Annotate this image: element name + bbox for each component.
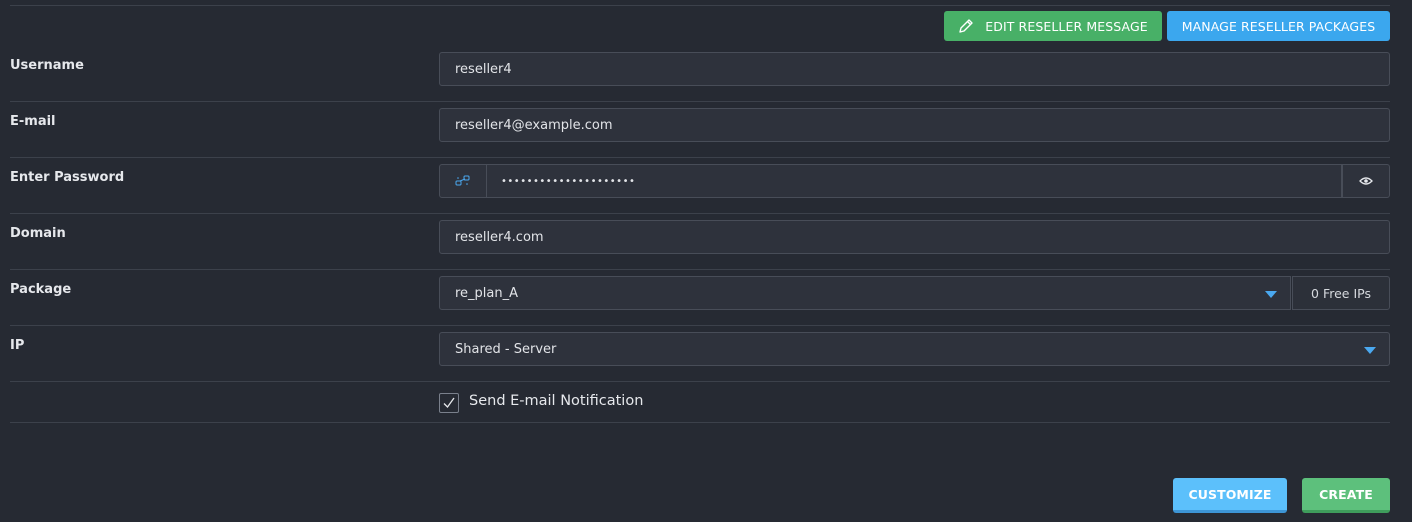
caret-down-icon bbox=[1364, 347, 1376, 354]
username-input[interactable]: reseller4 bbox=[439, 52, 1390, 86]
edit-reseller-message-label: EDIT RESELLER MESSAGE bbox=[985, 18, 1148, 34]
generate-password-button[interactable] bbox=[439, 164, 487, 198]
username-row: Username reseller4 bbox=[10, 46, 1390, 102]
email-label: E-mail bbox=[10, 114, 56, 129]
domain-input[interactable]: reseller4.com bbox=[439, 220, 1390, 254]
top-divider bbox=[10, 5, 1390, 6]
check-icon bbox=[443, 397, 455, 408]
caret-down-icon bbox=[1265, 291, 1277, 298]
password-row: Enter Password ••••••••••••••••••••• bbox=[10, 158, 1390, 214]
package-selected-value: re_plan_A bbox=[455, 285, 519, 301]
edit-reseller-message-button[interactable]: EDIT RESELLER MESSAGE bbox=[944, 11, 1162, 41]
create-label: CREATE bbox=[1319, 486, 1373, 502]
username-label: Username bbox=[10, 58, 84, 73]
manage-reseller-packages-button[interactable]: MANAGE RESELLER PACKAGES bbox=[1167, 11, 1390, 41]
email-row: E-mail reseller4@example.com bbox=[10, 102, 1390, 158]
domain-label: Domain bbox=[10, 226, 66, 241]
ip-label: IP bbox=[10, 338, 25, 353]
ip-select[interactable]: Shared - Server bbox=[439, 332, 1390, 366]
domain-row: Domain reseller4.com bbox=[10, 214, 1390, 270]
package-row: Package re_plan_A 0 Free IPs bbox=[10, 270, 1390, 326]
create-button[interactable]: CREATE bbox=[1302, 478, 1390, 513]
email-input[interactable]: reseller4@example.com bbox=[439, 108, 1390, 142]
send-email-notification-label[interactable]: Send E-mail Notification bbox=[469, 393, 643, 409]
send-email-notification-checkbox[interactable] bbox=[439, 393, 459, 413]
ip-row: IP Shared - Server bbox=[10, 326, 1390, 382]
notification-row: Send E-mail Notification bbox=[10, 381, 1390, 423]
password-label: Enter Password bbox=[10, 170, 125, 185]
package-select[interactable]: re_plan_A bbox=[439, 276, 1291, 310]
customize-button[interactable]: CUSTOMIZE bbox=[1173, 478, 1287, 513]
free-ips-badge: 0 Free IPs bbox=[1292, 276, 1390, 310]
customize-label: CUSTOMIZE bbox=[1188, 486, 1272, 502]
password-input[interactable]: ••••••••••••••••••••• bbox=[487, 164, 1342, 198]
eye-icon bbox=[1359, 177, 1373, 185]
ip-selected-value: Shared - Server bbox=[455, 341, 557, 357]
toggle-password-visibility-button[interactable] bbox=[1342, 164, 1390, 198]
package-label: Package bbox=[10, 282, 72, 297]
pencil-icon bbox=[959, 19, 973, 33]
manage-reseller-packages-label: MANAGE RESELLER PACKAGES bbox=[1181, 18, 1376, 34]
generate-password-icon bbox=[455, 175, 470, 186]
